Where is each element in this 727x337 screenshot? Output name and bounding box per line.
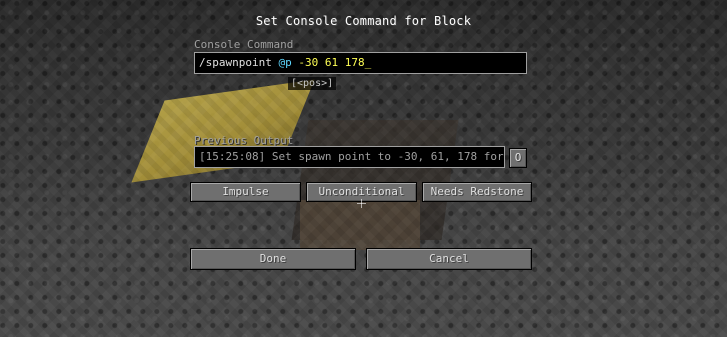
- previous-output-field: [15:25:08] Set spawn point to -30, 61, 1…: [194, 146, 505, 168]
- command-block-shadow: [291, 120, 459, 240]
- crosshair-icon: [357, 199, 366, 208]
- command-name: /spawnpoint: [199, 56, 279, 69]
- cancel-button[interactable]: Cancel: [366, 248, 532, 270]
- suggestion-hint: [<pos>]: [288, 77, 337, 90]
- track-output-toggle-button[interactable]: O: [509, 148, 527, 168]
- console-command-label: Console Command: [194, 38, 294, 51]
- redstone-mode-button[interactable]: Needs Redstone: [422, 182, 532, 202]
- command-coordinates: -30 61 178: [291, 56, 365, 69]
- console-command-input[interactable]: /spawnpoint @p -30 61 178_: [194, 52, 527, 74]
- world-background: [0, 0, 727, 337]
- done-button[interactable]: Done: [190, 248, 356, 270]
- screen-title: Set Console Command for Block: [255, 14, 472, 28]
- command-selector: @p: [278, 56, 292, 69]
- text-cursor: _: [364, 56, 372, 69]
- impulse-mode-button[interactable]: Impulse: [190, 182, 301, 202]
